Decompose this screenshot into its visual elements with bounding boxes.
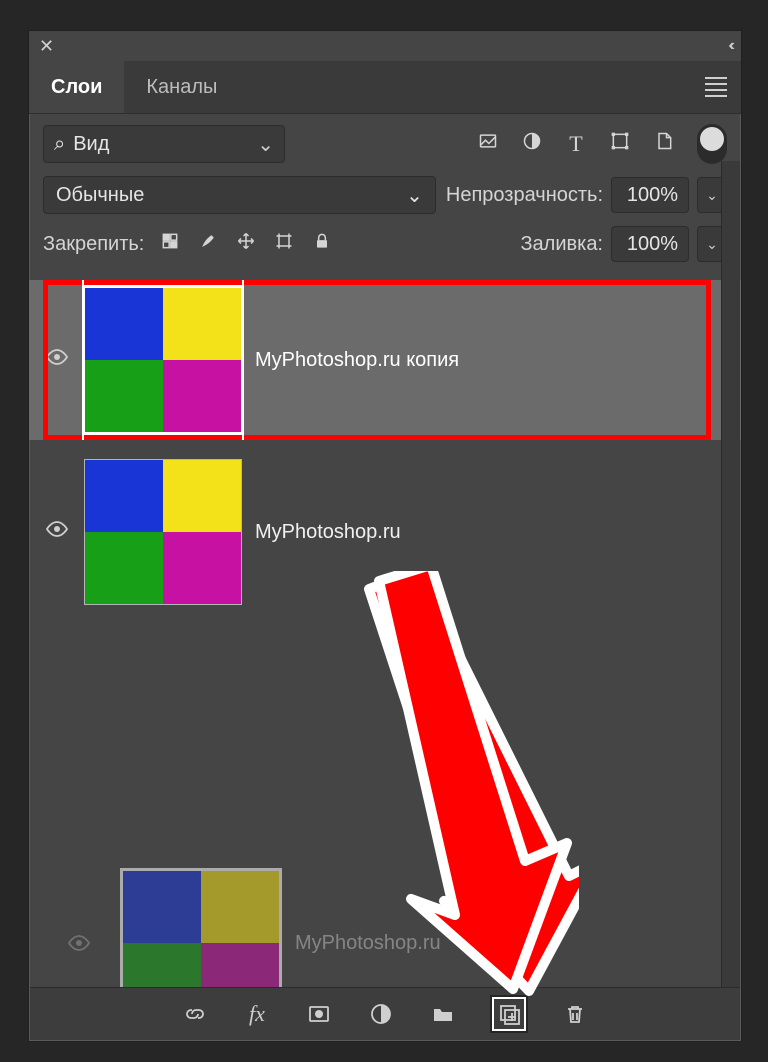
lock-all-icon[interactable] [312,231,332,257]
filter-type-icon[interactable]: T [565,131,587,157]
opacity-label: Непрозрачность: [446,184,603,207]
new-group-icon[interactable] [430,1001,456,1027]
layer-row[interactable]: MyPhotoshop.ru [29,452,741,612]
lock-artboard-icon[interactable] [274,231,294,257]
layer-list: MyPhotoshop.ru копия MyPhotoshop.ru [29,272,741,612]
filter-row: ⌕ Вид ⌄ T [29,114,741,174]
filter-smartobject-icon[interactable] [653,131,675,157]
layer-name[interactable]: MyPhotoshop.ru [255,521,401,544]
chevron-down-icon: ⌄ [257,132,274,157]
filter-adjustment-icon[interactable] [521,131,543,157]
fill-control: Заливка: 100% ⌄ [520,226,727,262]
collapse-icon[interactable]: ‹‹ [728,37,731,55]
close-icon[interactable]: ✕ [39,36,54,57]
opacity-value[interactable]: 100% [611,177,689,213]
layer-search[interactable]: ⌕ Вид ⌄ [43,125,285,163]
filter-icons: T [477,124,727,164]
layer-thumbnail[interactable] [83,458,243,606]
filter-toggle[interactable] [697,124,727,164]
panel-menu-icon[interactable] [705,61,727,113]
layer-thumbnail[interactable] [83,286,243,434]
ghost-layer-name: MyPhotoshop.ru [295,932,441,955]
layers-panel: ✕ ‹‹ Слои Каналы ⌕ Вид ⌄ T [28,30,742,1042]
fill-label: Заливка: [520,233,603,256]
lock-paint-icon[interactable] [198,231,218,257]
layer-effects-icon[interactable]: fx [244,1001,270,1027]
opacity-control: Непрозрачность: 100% ⌄ [446,177,727,213]
annotation-arrow [359,571,579,1001]
link-layers-icon[interactable] [182,1001,208,1027]
visibility-toggle[interactable] [43,345,71,375]
panel-titlebar: ✕ ‹‹ [29,31,741,61]
search-icon: ⌕ [54,133,65,156]
delete-layer-icon[interactable] [562,1001,588,1027]
chevron-down-icon: ⌄ [406,183,423,208]
panel-tabs: Слои Каналы [29,61,741,114]
layer-name[interactable]: MyPhotoshop.ru копия [255,349,459,372]
add-mask-icon[interactable] [306,1001,332,1027]
tab-layers[interactable]: Слои [29,61,124,113]
lock-icons [160,231,332,257]
lock-position-icon[interactable] [236,231,256,257]
lock-pixels-icon[interactable] [160,231,180,257]
layers-bottom-toolbar: fx [30,987,740,1040]
blend-opacity-row: Обычные ⌄ Непрозрачность: 100% ⌄ [29,174,741,224]
lock-label: Закрепить: [43,233,144,256]
fill-value[interactable]: 100% [611,226,689,262]
blend-mode-select[interactable]: Обычные ⌄ [43,176,436,214]
tab-channels[interactable]: Каналы [124,61,239,113]
scrollbar[interactable] [721,161,740,988]
filter-pixel-icon[interactable] [477,131,499,157]
filter-shape-icon[interactable] [609,131,631,157]
search-kind-label: Вид [73,133,109,156]
visibility-toggle [65,931,93,961]
lock-fill-row: Закрепить: Заливка: 100% ⌄ [29,224,741,272]
visibility-toggle[interactable] [43,517,71,547]
layer-row[interactable]: MyPhotoshop.ru копия [29,280,741,440]
new-layer-icon[interactable] [492,997,526,1031]
adjustment-layer-icon[interactable] [368,1001,394,1027]
blend-mode-value: Обычные [56,184,144,207]
annotation-arrow [349,571,589,1011]
